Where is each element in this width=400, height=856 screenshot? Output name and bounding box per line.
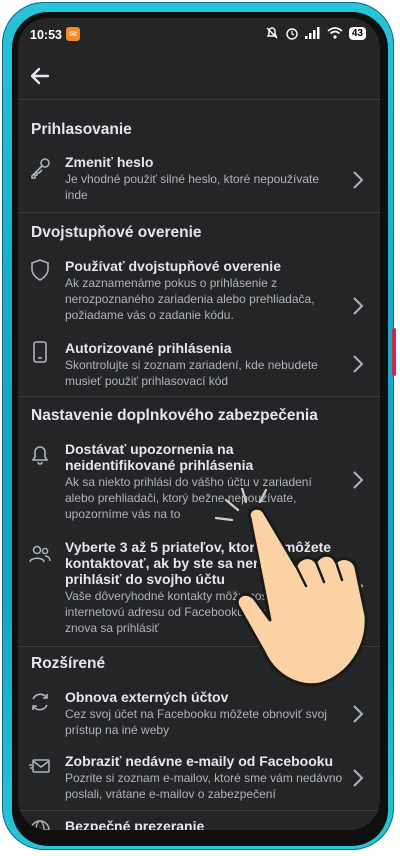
trusted-contacts-item[interactable]: Vyberte 3 až 5 priateľov, ktorých môžete… [18, 536, 380, 636]
battery-level: 43 [348, 26, 366, 40]
item-description: Vaše dôveryhodné kontakty môžu poslať kó… [65, 589, 342, 635]
alarm-icon [286, 28, 298, 40]
wifi-icon [327, 27, 343, 39]
section-title-extra-security: Nastavenie doplnkového zabezpečenia [31, 407, 318, 424]
section-divider [18, 810, 380, 811]
item-title: Autorizované prihlásenia [65, 340, 232, 356]
item-title: Zobraziť nedávne e-maily od Facebooku [65, 753, 334, 769]
notification-icon: ✉ [66, 27, 80, 41]
item-title: Obnova externých účtov [65, 689, 229, 705]
mute-bell-icon [266, 27, 278, 39]
item-title: Vyberte 3 až 5 priateľov, ktorých môžete… [65, 539, 332, 587]
sync-icon [32, 693, 48, 711]
item-description: Ak zaznamenáme pokus o prihlásenie z ner… [65, 276, 315, 322]
section-divider [18, 646, 380, 647]
external-account-recovery-item[interactable]: Obnova externých účtov Cez svoj účet na … [18, 686, 380, 746]
item-description: Cez svoj účet na Facebooku môžete obnovi… [65, 707, 327, 737]
chevron-right-icon [353, 577, 364, 595]
item-title: Dostávať upozornenia na neidentifikované… [65, 441, 254, 473]
chevron-right-icon [353, 171, 364, 189]
bell-icon [31, 446, 49, 465]
phone-icon [33, 341, 47, 363]
side-button [392, 328, 396, 376]
item-title: Používať dvojstupňové overenie [65, 258, 281, 274]
section-title-login: Prihlasovanie [31, 121, 132, 138]
chevron-right-icon [353, 471, 364, 489]
key-icon [31, 158, 50, 179]
arrow-left-icon [30, 67, 50, 85]
divider [18, 99, 380, 100]
section-divider [18, 212, 380, 213]
chevron-right-icon [353, 355, 364, 373]
section-title-two-factor: Dvojstupňové overenie [31, 224, 202, 241]
globe-icon [30, 820, 50, 830]
change-password-item[interactable]: Zmeniť heslo Je vhodné použiť silné hesl… [18, 150, 380, 210]
friends-icon [29, 545, 51, 563]
screen: 10:53 ✉ 43 Prihlasovanie Zmeniť heslo Je… [18, 18, 380, 830]
signal-icon [304, 27, 320, 39]
recent-emails-item[interactable]: Zobraziť nedávne e-maily od Facebooku Po… [18, 750, 380, 810]
section-divider [18, 396, 380, 397]
mail-icon [29, 759, 50, 773]
item-description: Je vhodné použiť silné heslo, ktoré nepo… [65, 172, 319, 202]
section-title-advanced: Rozšírené [31, 655, 106, 672]
back-button[interactable] [26, 62, 54, 90]
item-title: Zmeniť heslo [65, 154, 154, 170]
unrecognized-login-alerts-item[interactable]: Dostávať upozornenia na neidentifikované… [18, 438, 380, 524]
safe-browsing-item[interactable]: Bezpečné prezeranie [18, 816, 380, 830]
use-two-factor-item[interactable]: Používať dvojstupňové overenie Ak zaznam… [18, 254, 380, 326]
chevron-right-icon [353, 297, 364, 315]
status-time: 10:53 [30, 28, 62, 42]
item-description: Skontrolujte si zoznam zariadení, kde ne… [65, 358, 318, 388]
chevron-right-icon [353, 769, 364, 787]
item-description: Ak sa niekto prihlási do vášho účtu v za… [65, 475, 312, 521]
item-title: Bezpečné prezeranie [65, 818, 205, 830]
chevron-right-icon [353, 705, 364, 723]
shield-icon [31, 259, 49, 281]
item-description: Pozrite si zoznam e-mailov, ktoré sme vá… [65, 771, 343, 801]
authorized-logins-item[interactable]: Autorizované prihlásenia Skontrolujte si… [18, 336, 380, 396]
status-bar: 10:53 ✉ 43 [18, 18, 380, 52]
